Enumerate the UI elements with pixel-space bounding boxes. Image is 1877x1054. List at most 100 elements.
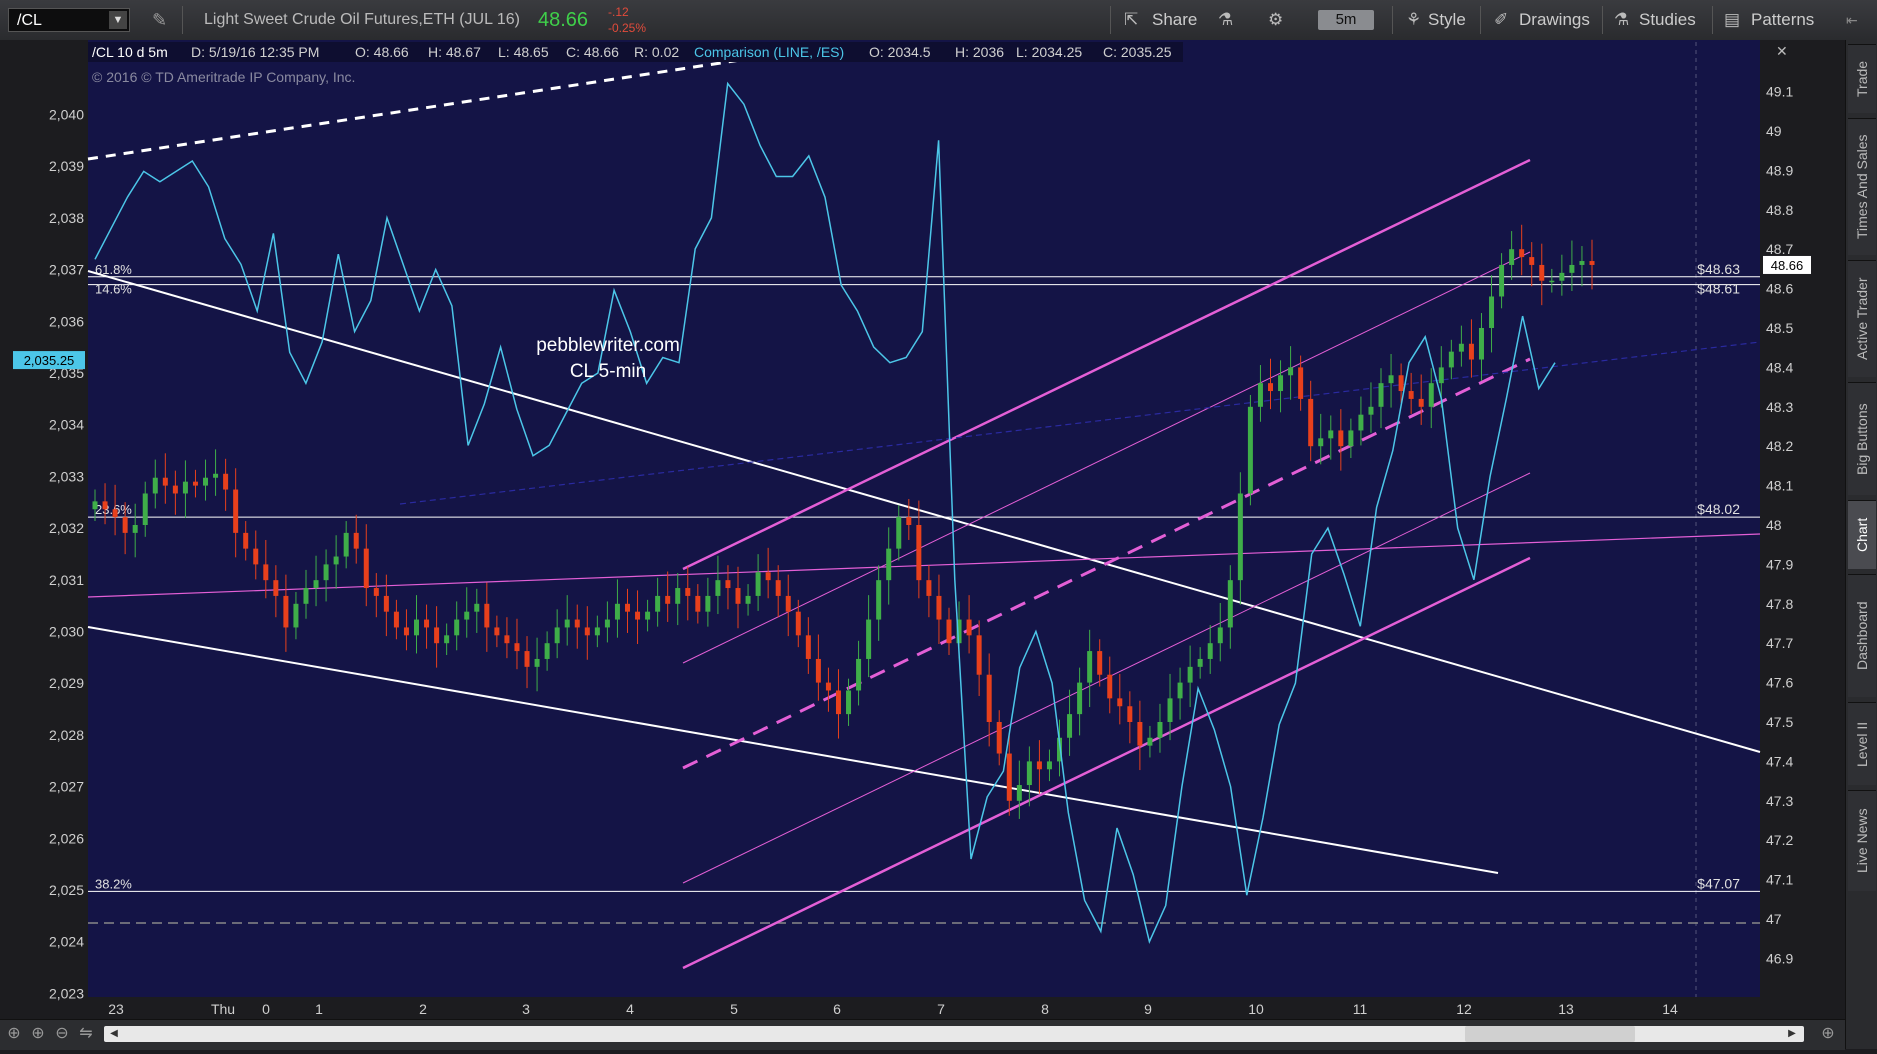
candle-body — [584, 627, 590, 636]
candle-body — [1177, 682, 1183, 699]
candle-body — [444, 635, 450, 644]
patterns-button[interactable]: Patterns — [1751, 0, 1814, 40]
candle-body — [876, 580, 882, 620]
time-axis-tick: 10 — [1248, 1001, 1264, 1017]
last-price: 48.66 — [538, 9, 589, 31]
left-axis-tick: 2,028 — [49, 727, 84, 743]
candle-body — [454, 619, 460, 636]
crosshair-icon[interactable]: ✕ — [1776, 43, 1788, 59]
time-axis-tick: 8 — [1041, 1001, 1049, 1017]
tab-big-buttons[interactable]: Big Buttons — [1848, 382, 1876, 495]
infobar-cmp-close: C: 2035.25 — [1103, 44, 1172, 60]
studies-icon[interactable]: ⚗ — [1614, 0, 1629, 40]
fib-level-price: $48.63 — [1697, 261, 1740, 277]
candle-body — [665, 595, 671, 604]
candle-body — [604, 619, 610, 628]
right-axis-tick: 48.8 — [1766, 202, 1793, 218]
right-axis-tick: 49 — [1766, 123, 1782, 139]
candle-body — [574, 619, 580, 628]
right-axis-tick: 48.4 — [1766, 359, 1793, 375]
tab-trade[interactable]: Trade — [1848, 44, 1876, 113]
candle-body — [1398, 375, 1404, 392]
pan-icon[interactable]: ⇋ — [76, 1024, 96, 1044]
candle-body — [886, 548, 892, 581]
infobar-high: H: 48.67 — [428, 44, 481, 60]
candle-body — [152, 477, 158, 494]
scrollbar-thumb[interactable] — [1465, 1026, 1635, 1042]
candle-body — [1026, 761, 1032, 786]
left-axis-tick: 2,027 — [49, 779, 84, 795]
drawings-icon[interactable]: ✐ — [1494, 0, 1508, 40]
tab-live-news[interactable]: Live News — [1848, 790, 1876, 891]
share-button[interactable]: Share — [1152, 0, 1197, 40]
candle-body — [403, 627, 409, 636]
chevron-down-icon[interactable]: ▼ — [109, 11, 127, 29]
gear-icon[interactable]: ⚙ — [1268, 0, 1283, 40]
timeframe-button[interactable]: 5m — [1318, 10, 1374, 30]
tab-active-trader[interactable]: Active Trader — [1848, 260, 1876, 377]
patterns-icon[interactable]: ▤ — [1724, 0, 1740, 40]
candle-body — [142, 493, 148, 525]
infobar-cmp-high: H: 2036 — [955, 44, 1004, 60]
time-axis-tick: 0 — [262, 1001, 270, 1017]
candle-body — [273, 580, 279, 596]
candle-body — [233, 489, 239, 533]
candle-body — [1529, 257, 1535, 265]
symbol-input[interactable]: /CL ▼ — [8, 8, 130, 32]
fib-level-pct: 38.2% — [95, 876, 132, 891]
time-axis-tick: 4 — [626, 1001, 634, 1017]
tab-chart[interactable]: Chart — [1848, 500, 1876, 569]
style-icon[interactable]: ⚘ — [1406, 0, 1421, 40]
candle-body — [1117, 698, 1123, 707]
right-axis-tick: 47.8 — [1766, 596, 1793, 612]
share-icon[interactable]: ⇱ — [1124, 0, 1138, 40]
infobar-cmp-open: O: 2034.5 — [869, 44, 931, 60]
right-axis-tick: 49.1 — [1766, 84, 1793, 100]
drawings-button[interactable]: Drawings — [1519, 0, 1590, 40]
zoom-in-icon[interactable]: ⊕ — [28, 1024, 48, 1044]
pencil-icon[interactable]: ✎ — [152, 0, 167, 40]
percent-change: -0.25% — [608, 21, 647, 35]
left-axis-tick: 2,038 — [49, 210, 84, 226]
left-axis-tick: 2,031 — [49, 572, 84, 588]
candle-body — [333, 556, 339, 565]
right-axis-tick: 47.1 — [1766, 872, 1793, 888]
style-button[interactable]: Style — [1428, 0, 1466, 40]
collapse-icon[interactable]: ⇤ — [1846, 0, 1858, 40]
candle-body — [1408, 391, 1414, 399]
time-axis-tick: 3 — [522, 1001, 530, 1017]
candle-body — [203, 477, 209, 486]
candle-body — [635, 611, 641, 620]
candle-body — [1569, 264, 1575, 273]
candle-body — [1097, 651, 1103, 675]
candle-body — [263, 564, 269, 581]
tab-level-ii[interactable]: Level II — [1848, 702, 1876, 785]
fib-level-price: $48.61 — [1697, 281, 1740, 297]
candle-body — [1087, 651, 1093, 683]
right-axis-tick: 48.9 — [1766, 162, 1793, 178]
candle-body — [795, 611, 801, 636]
flask-icon[interactable]: ⚗ — [1218, 0, 1233, 40]
candle-body — [424, 619, 430, 628]
candle-body — [544, 643, 550, 659]
candle-body — [1589, 261, 1595, 265]
candle-body — [835, 690, 841, 715]
chart-area[interactable]: 2,040 2,039 2,038 2,037 2,036 2,035 2,034 2,033… — [0, 40, 1845, 1049]
price-chart[interactable]: 2,0402,0392,0382,0372,0362,0352,0342,033… — [0, 40, 1845, 1049]
zoom-icon[interactable]: ⊕ — [1818, 1024, 1838, 1044]
candle-body — [283, 595, 289, 628]
candle-body — [343, 532, 349, 557]
left-axis-tick: 2,025 — [49, 882, 84, 898]
candle-body — [1318, 438, 1324, 447]
time-axis-tick: 5 — [730, 1001, 738, 1017]
infobar-open: O: 48.66 — [355, 44, 409, 60]
zoom-out-icon[interactable]: ⊖ — [52, 1024, 72, 1044]
tab-times-and-sales[interactable]: Times And Sales — [1848, 118, 1876, 255]
zoom-fit-icon[interactable]: ⊕ — [4, 1024, 24, 1044]
candle-body — [735, 588, 741, 604]
scroll-left-icon[interactable]: ◀ — [108, 1026, 120, 1042]
scroll-right-icon[interactable]: ▶ — [1786, 1026, 1798, 1042]
right-axis-tick: 48.7 — [1766, 241, 1793, 257]
studies-button[interactable]: Studies — [1639, 0, 1696, 40]
tab-dashboard[interactable]: Dashboard — [1848, 574, 1876, 697]
